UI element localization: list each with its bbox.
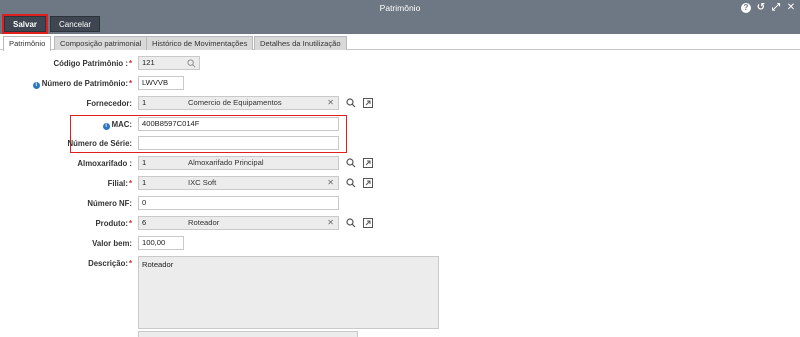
descricao-textarea[interactable]: Roteador	[138, 256, 439, 329]
produto-description: Roteador	[188, 218, 220, 227]
codigo-field[interactable]: 121	[138, 56, 200, 70]
valor-bem-input[interactable]: 100,00	[138, 236, 184, 250]
valor-bem-label: Valor bem:	[92, 239, 132, 248]
info-icon: i	[32, 81, 40, 89]
numero-serie-label: Número de Série:	[67, 139, 132, 148]
info-icon: i	[102, 122, 110, 130]
fornecedor-description: Comercio de Equipamentos	[188, 98, 282, 107]
descricao-label: Descrição:*	[88, 259, 132, 268]
tab-historico-movimentacoes[interactable]: Histórico de Movimentações	[146, 36, 254, 50]
numero-nf-label: Número NF:	[87, 199, 132, 208]
search-icon[interactable]	[346, 158, 356, 168]
almoxarifado-label: Almoxarifado :	[77, 159, 132, 168]
undo-icon[interactable]: ↺	[756, 3, 766, 13]
tab-detalhes-inutilizacao[interactable]: Detalhes da Inutilização	[254, 36, 347, 50]
fornecedor-field[interactable]: 1 Comercio de Equipamentos ✕	[138, 96, 339, 110]
produto-label: Produto:*	[95, 219, 132, 228]
save-button[interactable]: Salvar	[2, 14, 48, 34]
open-link-icon[interactable]	[363, 178, 373, 188]
filial-label: Filial:*	[107, 179, 132, 188]
window-titlebar: Patrimônio ? ↺ ⤢ ✕	[0, 0, 800, 34]
open-link-icon[interactable]	[363, 218, 373, 228]
next-field-partial[interactable]	[138, 331, 358, 337]
cancel-button[interactable]: Cancelar	[50, 16, 100, 32]
produto-field[interactable]: 6 Roteador ✕	[138, 216, 339, 230]
fornecedor-label: Fornecedor:	[86, 99, 133, 108]
almoxarifado-field[interactable]: 1 Almoxarifado Principal	[138, 156, 339, 170]
tab-patrimonio[interactable]: Patrimônio	[3, 36, 52, 51]
numero-nf-input[interactable]: 0	[138, 196, 339, 210]
filial-field[interactable]: 1 IXC Soft ✕	[138, 176, 339, 190]
numero-serie-input[interactable]	[138, 136, 339, 150]
help-icon[interactable]: ?	[741, 3, 751, 13]
window-controls: ? ↺ ⤢ ✕	[741, 3, 796, 13]
numero-patrimonio-label: i Número de Patrimônio:*	[32, 79, 132, 89]
open-link-icon[interactable]	[363, 98, 373, 108]
clear-icon[interactable]: ✕	[327, 97, 334, 109]
close-icon[interactable]: ✕	[786, 3, 796, 13]
search-icon[interactable]	[346, 98, 356, 108]
search-icon[interactable]	[346, 178, 356, 188]
mac-input[interactable]: 400B8597C014F	[138, 117, 339, 131]
clear-icon[interactable]: ✕	[327, 177, 334, 189]
mac-label: i MAC:	[102, 120, 132, 130]
open-link-icon[interactable]	[363, 158, 373, 168]
almoxarifado-description: Almoxarifado Principal	[188, 158, 264, 167]
clear-icon[interactable]: ✕	[327, 217, 334, 229]
expand-icon[interactable]: ⤢	[771, 3, 781, 13]
tab-bar: Patrimônio Composição patrimonial Histór…	[0, 36, 800, 51]
codigo-label: Código Patrimônio :*	[53, 59, 132, 68]
window-title: Patrimônio	[379, 3, 421, 13]
numero-patrimonio-input[interactable]: LWVVB	[138, 76, 184, 90]
filial-description: IXC Soft	[188, 178, 217, 187]
search-icon[interactable]	[187, 59, 196, 68]
tab-composicao-patrimonial[interactable]: Composição patrimonial	[54, 36, 148, 50]
search-icon[interactable]	[346, 218, 356, 228]
